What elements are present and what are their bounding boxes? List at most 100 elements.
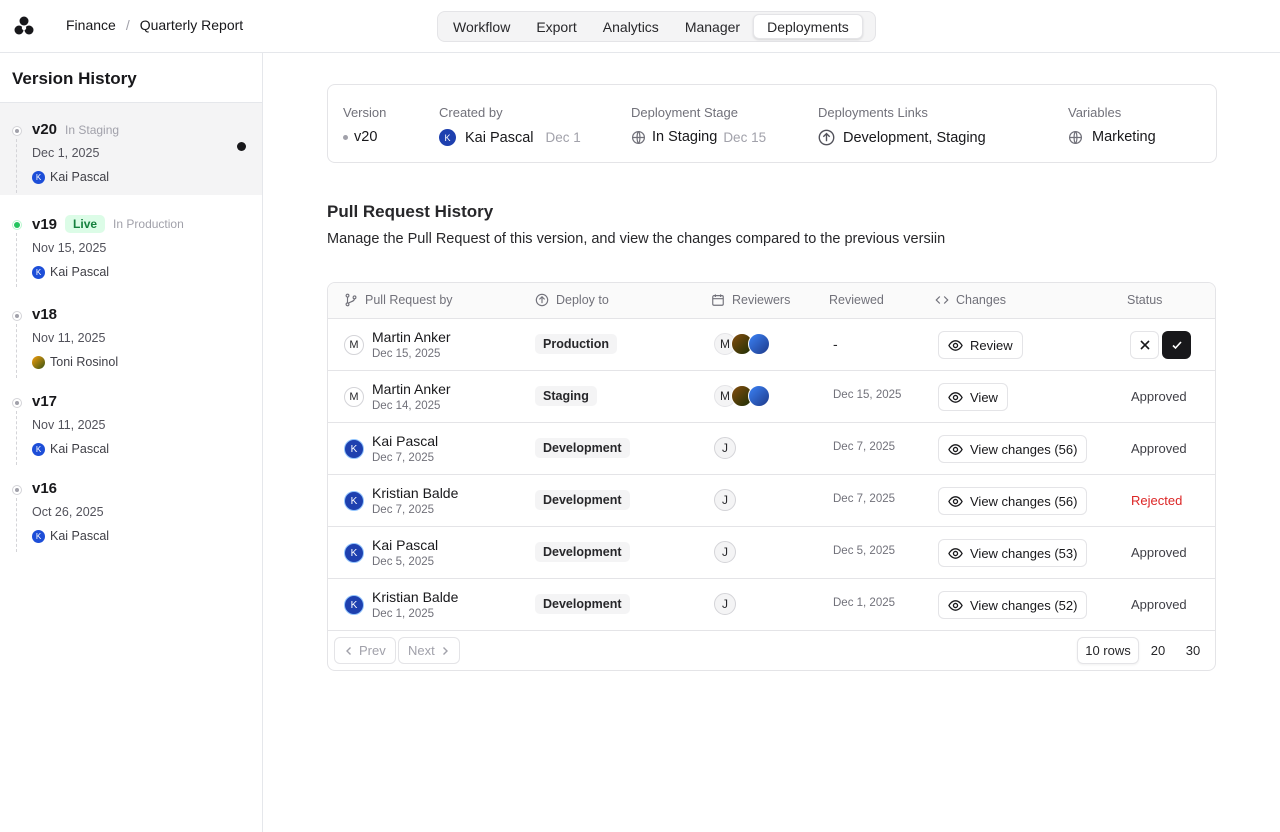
view-changes-button[interactable]: View changes (52) [938,591,1088,619]
eye-icon [948,599,963,611]
status-label: Approved [1131,441,1187,456]
prev-page-button[interactable]: Prev [334,637,396,664]
table-row: M Martin Anker Dec 15, 2025 Production M… [328,319,1215,371]
avatar: M [344,335,364,355]
version-date: Nov 11, 2025 [32,331,106,345]
reviewer-avatar: J [714,437,736,459]
code-icon [935,296,949,304]
review-button[interactable]: Review [938,331,1023,359]
version-date: Dec 1, 2025 [32,146,100,160]
info-label: Variables [1068,105,1122,120]
avatar: K [32,170,45,184]
reviewed-date: Dec 1, 2025 [833,597,896,609]
reviewer-avatar: J [714,541,736,563]
timeline-line [16,233,17,287]
eye-icon [948,391,963,403]
version-name: v19 [32,215,58,233]
reviewed-date: Dec 7, 2025 [833,441,896,453]
version-item-v17[interactable]: v17 Nov 11, 2025 K Kai Pascal [0,375,262,465]
version-stage: In Staging [65,122,120,137]
chevron-right-icon [442,646,448,655]
table-row: M Martin Anker Dec 14, 2025 Staging M De… [328,371,1215,423]
tab-manager[interactable]: Manager [672,14,753,39]
next-page-button[interactable]: Next [398,637,460,664]
chevron-left-icon [346,646,351,655]
avatar: K [32,529,45,543]
eye-icon [948,495,963,507]
reviewer-avatar [748,333,770,355]
info-version: Version v20 [343,105,386,145]
info-label: Deployment Stage [631,105,738,120]
breadcrumb-quarterly-report[interactable]: Quarterly Report [140,17,243,33]
status-dot-icon [343,134,348,140]
status-label: Approved [1131,597,1187,612]
version-name: v16 [32,480,58,497]
request-date: Dec 7, 2025 [372,452,435,464]
avatar: K [344,595,364,615]
breadcrumb-finance[interactable]: Finance [66,17,116,33]
top-bar: Finance / Quarterly Report Workflow Expo… [0,0,1280,53]
rows-per-page-20[interactable]: 20 [1145,637,1171,664]
view-button[interactable]: View [938,383,1008,411]
request-date: Dec 5, 2025 [372,556,435,568]
eye-icon [948,547,963,559]
reviewer-avatars: J [714,437,736,459]
version-name: v17 [32,393,58,410]
deploy-target-badge: Development [535,594,630,614]
app-logo-icon[interactable] [13,15,35,37]
version-sidebar: Version History v20 In Staging Dec 1, 20… [0,53,263,832]
version-author: K Kai Pascal [32,170,262,184]
view-changes-button[interactable]: View changes (53) [938,539,1088,567]
version-stage: In Production [113,217,184,231]
live-badge: Live [65,215,106,233]
tab-analytics[interactable]: Analytics [590,14,672,39]
check-icon [1171,341,1182,350]
tab-workflow[interactable]: Workflow [440,14,523,39]
reviewer-avatar: J [714,593,736,615]
requester-name: Kristian Balde [372,589,459,605]
author-name: Kai Pascal [50,265,110,279]
avatar: K [32,442,45,456]
view-changes-button[interactable]: View changes (56) [938,487,1088,515]
links-value[interactable]: Development, Staging [843,130,986,146]
author-name: Kai Pascal [50,529,110,543]
version-item-v19[interactable]: v19 Live In Production Nov 15, 2025 K Ka… [0,197,262,287]
version-item-v16[interactable]: v16 Oct 26, 2025 K Kai Pascal [0,462,262,552]
column-status: Status [1127,293,1163,307]
reject-button[interactable] [1130,331,1159,359]
info-label: Version [343,105,387,120]
author-name: Kai Pascal [50,442,110,456]
info-created-by: Created by K Kai Pascal Dec 1 [439,105,581,146]
tab-deployments[interactable]: Deployments [753,14,863,39]
version-info-card: Version v20 Created by K Kai Pascal Dec … [327,84,1217,163]
version-author: K Kai Pascal [32,265,262,279]
version-item-v18[interactable]: v18 Nov 11, 2025 Toni Rosinol [0,288,262,378]
deploy-target-badge: Development [535,542,630,562]
arrow-up-circle-icon [818,129,835,146]
version-item-v20[interactable]: v20 In Staging Dec 1, 2025 K Kai Pascal [0,103,262,195]
version-name: v20 [32,121,58,138]
approve-button[interactable] [1162,331,1191,359]
timeline-dot [12,485,22,495]
column-pull-request-by: Pull Request by [344,293,453,307]
version-author: K Kai Pascal [32,442,262,456]
reviewer-avatars: M [714,333,770,355]
request-date: Dec 7, 2025 [372,504,435,516]
tab-export[interactable]: Export [523,14,589,39]
timeline-line [16,498,17,552]
requester-name: Martin Anker [372,329,451,345]
timeline-dot [12,311,22,321]
rows-per-page-10[interactable]: 10 rows [1077,637,1139,664]
reviewed-date: Dec 15, 2025 [833,389,902,401]
avatar: K [439,129,456,146]
table-row: K Kai Pascal Dec 7, 2025 Development J D… [328,423,1215,475]
column-changes: Changes [935,293,1006,307]
calendar-icon [712,294,724,306]
rows-per-page-30[interactable]: 30 [1180,637,1206,664]
reviewed-date: - [833,336,838,352]
stage-date: Dec 15 [723,129,767,145]
creator-name: Kai Pascal [465,129,534,146]
version-name: v18 [32,306,58,323]
view-changes-button[interactable]: View changes (56) [938,435,1088,463]
reviewer-avatars: J [714,489,736,511]
